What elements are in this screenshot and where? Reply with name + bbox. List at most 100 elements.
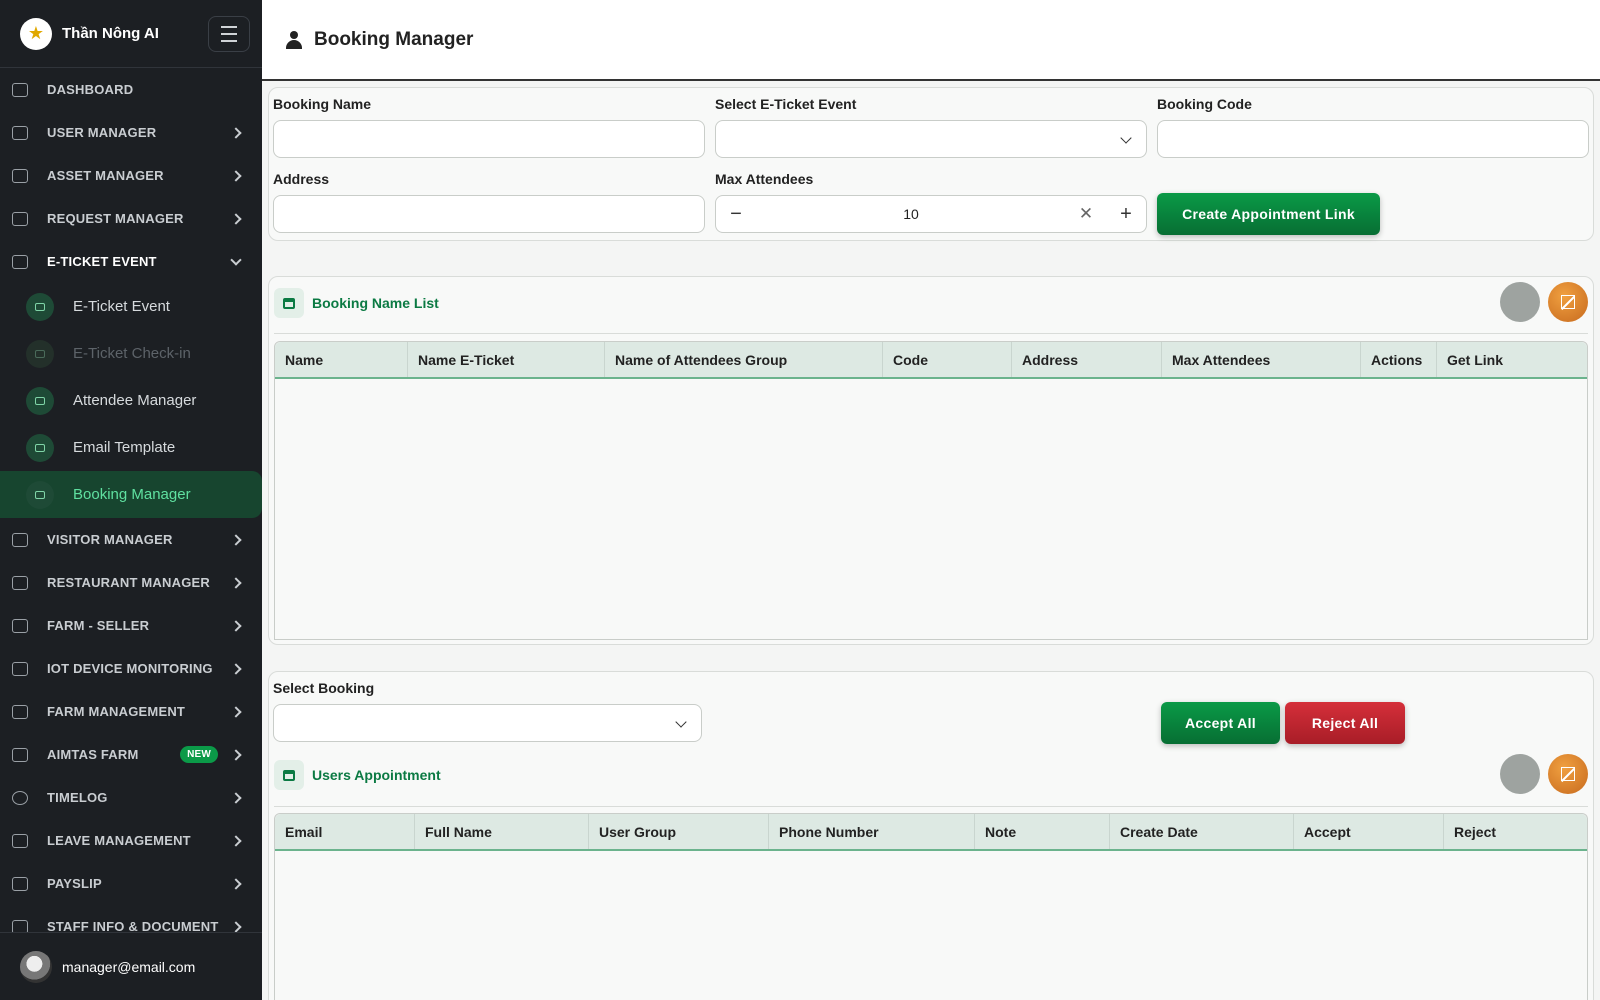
column-header-get-link[interactable]: Get Link <box>1437 342 1587 377</box>
sidebar-item-dashboard[interactable]: DASHBOARD <box>0 68 262 111</box>
booking-list-table: Name Name E-Ticket Name of Attendees Gro… <box>274 341 1588 640</box>
sidebar-item-asset-manager[interactable]: ASSET MANAGER <box>0 154 262 197</box>
sidebar-item-payslip[interactable]: PAYSLIP <box>0 862 262 905</box>
divider <box>274 806 1588 807</box>
sidebar-subitem-e-ticket-event[interactable]: E-Ticket Event <box>0 283 262 330</box>
sidebar-item-label: DASHBOARD <box>47 82 134 97</box>
document-icon <box>12 919 28 932</box>
column-header-reject[interactable]: Reject <box>1444 814 1587 849</box>
event-select-label: Select E-Ticket Event <box>715 96 857 112</box>
refresh-button[interactable] <box>1500 754 1540 794</box>
clipboard-icon <box>12 211 28 226</box>
booking-list-title: Booking Name List <box>312 295 439 311</box>
chevron-right-icon <box>230 533 242 546</box>
brand-logo: ★ <box>20 17 52 50</box>
booking-name-input[interactable] <box>273 120 705 158</box>
sidebar-item-label: AIMTAS FARM <box>47 747 139 762</box>
column-header-accept[interactable]: Accept <box>1294 814 1444 849</box>
sidebar-item-request-manager[interactable]: REQUEST MANAGER <box>0 197 262 240</box>
chevron-right-icon <box>230 877 242 890</box>
column-header-actions[interactable]: Actions <box>1361 342 1437 377</box>
sidebar-item-aimtas-farm[interactable]: AIMTAS FARM NEW <box>0 733 262 776</box>
sidebar-item-leave-management[interactable]: LEAVE MANAGEMENT <box>0 819 262 862</box>
sidebar-item-farm-seller[interactable]: FARM - SELLER <box>0 604 262 647</box>
increment-button[interactable]: + <box>1106 203 1146 226</box>
reject-all-button[interactable]: Reject All <box>1285 702 1405 744</box>
sidebar-subitem-label: Booking Manager <box>73 486 191 503</box>
attendee-icon <box>26 386 54 415</box>
page-header: Booking Manager <box>262 0 1600 81</box>
sidebar-item-label: PAYSLIP <box>47 876 102 891</box>
sidebar-subitem-attendee-manager[interactable]: Attendee Manager <box>0 377 262 424</box>
user-profile[interactable]: manager@email.com <box>0 932 262 1000</box>
sidebar-item-staff-info[interactable]: STAFF INFO & DOCUMENT <box>0 905 262 932</box>
chevron-down-icon <box>675 716 687 728</box>
sidebar-item-label: FARM MANAGEMENT <box>47 704 186 719</box>
column-header-full-name[interactable]: Full Name <box>415 814 589 849</box>
column-header-name-eticket[interactable]: Name E-Ticket <box>408 342 605 377</box>
sidebar-subitem-email-template[interactable]: Email Template <box>0 424 262 471</box>
column-header-address[interactable]: Address <box>1012 342 1162 377</box>
sidebar-item-restaurant-manager[interactable]: RESTAURANT MANAGER <box>0 561 262 604</box>
expand-icon <box>1561 295 1575 309</box>
decrement-button[interactable]: − <box>716 203 756 226</box>
chevron-right-icon <box>230 748 242 761</box>
expand-button[interactable] <box>1548 754 1588 794</box>
accept-all-button[interactable]: Accept All <box>1161 702 1280 744</box>
chart-icon <box>12 661 28 676</box>
avatar <box>20 950 52 983</box>
plane-icon <box>12 833 28 848</box>
chevron-down-icon <box>230 253 242 266</box>
sidebar-item-farm-management[interactable]: FARM MANAGEMENT <box>0 690 262 733</box>
max-attendees-value[interactable]: 10 <box>756 206 1066 222</box>
column-header-email[interactable]: Email <box>275 814 415 849</box>
table-header-row: Email Full Name User Group Phone Number … <box>275 814 1587 851</box>
sidebar-item-e-ticket-event[interactable]: E-TICKET EVENT <box>0 240 262 283</box>
calendar-icon <box>274 288 304 318</box>
column-header-note[interactable]: Note <box>975 814 1110 849</box>
appointments-header: Users Appointment <box>274 760 441 790</box>
sidebar-item-timelog[interactable]: TIMELOG <box>0 776 262 819</box>
column-header-attendees-group[interactable]: Name of Attendees Group <box>605 342 883 377</box>
chevron-right-icon <box>230 834 242 847</box>
chevron-right-icon <box>230 662 242 675</box>
event-select[interactable] <box>715 120 1147 158</box>
chevron-right-icon <box>230 619 242 632</box>
fork-knife-icon <box>12 575 28 590</box>
column-header-code[interactable]: Code <box>883 342 1012 377</box>
sidebar-item-label: LEAVE MANAGEMENT <box>47 833 191 848</box>
expand-button[interactable] <box>1548 282 1588 322</box>
sidebar-item-iot-device-monitoring[interactable]: IOT DEVICE MONITORING <box>0 647 262 690</box>
sidebar-item-visitor-manager[interactable]: VISITOR MANAGER <box>0 518 262 561</box>
column-header-phone-number[interactable]: Phone Number <box>769 814 975 849</box>
divider <box>274 333 1588 334</box>
refresh-button[interactable] <box>1500 282 1540 322</box>
sidebar-item-user-manager[interactable]: USER MANAGER <box>0 111 262 154</box>
checkin-icon <box>26 339 54 368</box>
select-booking-dropdown[interactable] <box>273 704 702 742</box>
brand-name: Thần Nông AI <box>62 25 159 42</box>
ticket-icon <box>12 254 28 269</box>
create-appointment-link-button[interactable]: Create Appointment Link <box>1157 193 1380 235</box>
sidebar-nav: DASHBOARD USER MANAGER ASSET MANAGER REQ… <box>0 68 262 932</box>
sidebar: ★ Thần Nông AI DASHBOARD USER MANAGER AS… <box>0 0 262 1000</box>
clear-icon[interactable]: ✕ <box>1066 204 1106 224</box>
chevron-right-icon <box>230 705 242 718</box>
ticket-icon <box>26 292 54 321</box>
column-header-create-date[interactable]: Create Date <box>1110 814 1294 849</box>
chevron-right-icon <box>230 169 242 182</box>
max-attendees-stepper[interactable]: − 10 ✕ + <box>715 195 1147 233</box>
booking-code-input[interactable] <box>1157 120 1589 158</box>
address-input[interactable] <box>273 195 705 233</box>
column-header-user-group[interactable]: User Group <box>589 814 769 849</box>
sidebar-item-label: USER MANAGER <box>47 125 157 140</box>
column-header-name[interactable]: Name <box>275 342 408 377</box>
sidebar-subitem-booking-manager[interactable]: Booking Manager <box>0 471 262 518</box>
sidebar-subitem-e-ticket-checkin[interactable]: E-Ticket Check-in <box>0 330 262 377</box>
sidebar-item-label: IOT DEVICE MONITORING <box>47 661 213 676</box>
menu-toggle-button[interactable] <box>208 15 250 52</box>
sidebar-subitem-label: Attendee Manager <box>73 392 197 409</box>
max-attendees-label: Max Attendees <box>715 171 814 187</box>
column-header-max-attendees[interactable]: Max Attendees <box>1162 342 1361 377</box>
user-email: manager@email.com <box>62 958 196 975</box>
